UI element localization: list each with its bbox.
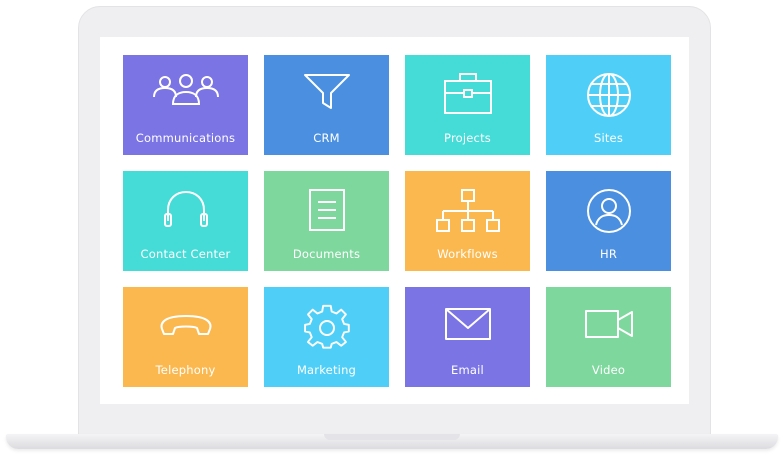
headphones-icon bbox=[163, 190, 208, 227]
tile-projects[interactable]: Projects bbox=[405, 55, 530, 155]
org-chart-icon bbox=[435, 189, 500, 232]
tile-label: CRM bbox=[313, 131, 340, 145]
tile-email[interactable]: Email bbox=[405, 287, 530, 387]
tile-sites[interactable]: Sites bbox=[546, 55, 671, 155]
app-grid: Communications CRM Projects Sites Contac… bbox=[123, 55, 671, 387]
tile-contact-center[interactable]: Contact Center bbox=[123, 171, 248, 271]
globe-icon bbox=[586, 73, 631, 117]
tile-label: Workflows bbox=[437, 247, 498, 261]
tile-documents[interactable]: Documents bbox=[264, 171, 389, 271]
tile-label: Sites bbox=[593, 131, 624, 145]
laptop-notch bbox=[324, 434, 460, 440]
gear-icon bbox=[303, 304, 350, 349]
envelope-icon bbox=[444, 308, 491, 340]
tile-workflows[interactable]: Workflows bbox=[405, 171, 530, 271]
tile-label: Email bbox=[451, 363, 484, 377]
tile-label: Marketing bbox=[296, 363, 357, 377]
tile-crm[interactable]: CRM bbox=[264, 55, 389, 155]
phone-handset-icon bbox=[160, 315, 211, 335]
tile-communications[interactable]: Communications bbox=[123, 55, 248, 155]
tile-label: Contact Center bbox=[140, 247, 231, 261]
tile-label: HR bbox=[599, 247, 618, 261]
tile-telephony[interactable]: Telephony bbox=[123, 287, 248, 387]
funnel-icon bbox=[303, 74, 350, 109]
video-camera-icon bbox=[584, 310, 633, 338]
tile-video[interactable]: Video bbox=[546, 287, 671, 387]
tile-hr[interactable]: HR bbox=[546, 171, 671, 271]
tile-label: Documents bbox=[292, 247, 361, 261]
tile-label: Projects bbox=[444, 131, 491, 145]
tile-marketing[interactable]: Marketing bbox=[264, 287, 389, 387]
briefcase-icon bbox=[443, 73, 492, 114]
document-icon bbox=[308, 189, 345, 231]
user-circle-icon bbox=[586, 189, 631, 233]
tile-label: Video bbox=[591, 363, 626, 377]
tile-label: Telephony bbox=[155, 363, 216, 377]
people-group-icon bbox=[152, 74, 219, 105]
tile-label: Communications bbox=[135, 131, 236, 145]
